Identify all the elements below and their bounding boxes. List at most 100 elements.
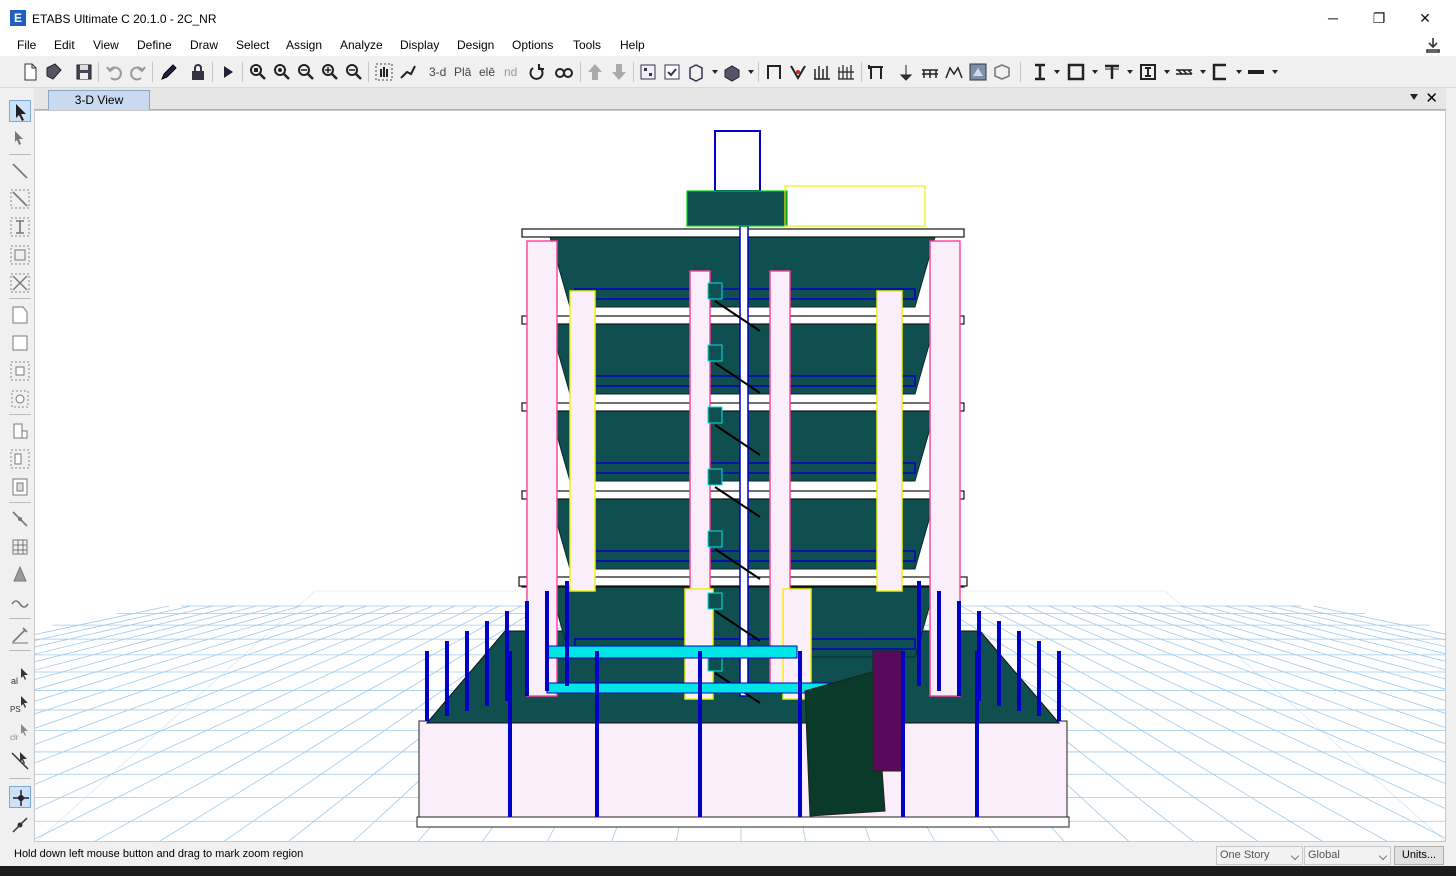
grid-line bbox=[35, 605, 412, 745]
support-icon[interactable] bbox=[896, 62, 916, 82]
menu-analyze[interactable]: Analyze bbox=[340, 38, 383, 52]
tab-3d-view[interactable]: 3-D View bbox=[48, 90, 150, 110]
building-frame bbox=[416, 130, 1070, 828]
ramp-icon[interactable] bbox=[944, 62, 964, 82]
restore-button[interactable]: ❐ bbox=[1356, 4, 1402, 32]
move-down-icon[interactable] bbox=[609, 62, 629, 82]
status-bar: Hold down left mouse button and drag to … bbox=[0, 844, 1456, 866]
menu-file[interactable]: File bbox=[17, 38, 36, 52]
draw-beam-icon[interactable] bbox=[9, 188, 31, 210]
set-display-options-icon[interactable] bbox=[662, 62, 682, 82]
save-icon[interactable] bbox=[74, 62, 94, 82]
rubber-band-icon[interactable] bbox=[398, 62, 418, 82]
set-elevation-view-button[interactable]: elē bbox=[479, 65, 495, 79]
object-shrink-icon[interactable] bbox=[638, 62, 658, 82]
perspective-glasses-icon[interactable] bbox=[554, 62, 574, 82]
draw-column-icon[interactable] bbox=[9, 216, 31, 238]
draw-tendon-icon[interactable] bbox=[9, 564, 31, 586]
open-model-icon[interactable] bbox=[44, 62, 64, 82]
channel-section-icon[interactable] bbox=[1210, 62, 1230, 82]
menu-draw[interactable]: Draw bbox=[190, 38, 218, 52]
select-all-icon[interactable]: al bbox=[9, 666, 31, 688]
run-analysis-icon[interactable] bbox=[218, 62, 238, 82]
tab-close-icon[interactable]: ✕ bbox=[1425, 89, 1438, 107]
set-plan-view-button[interactable]: Plā bbox=[454, 65, 471, 79]
draw-line-icon[interactable] bbox=[9, 160, 31, 182]
move-up-icon[interactable] bbox=[585, 62, 605, 82]
menu-assign[interactable]: Assign bbox=[286, 38, 322, 52]
coordinate-system-select[interactable]: Global bbox=[1304, 846, 1391, 865]
draw-wall-icon[interactable] bbox=[9, 420, 31, 442]
tee-section-icon[interactable] bbox=[1102, 62, 1122, 82]
select-previous-icon[interactable]: PS bbox=[9, 694, 31, 716]
plate-section-icon[interactable] bbox=[1246, 62, 1266, 82]
close-button[interactable]: ✕ bbox=[1402, 4, 1448, 32]
draw-link-icon[interactable] bbox=[9, 508, 31, 530]
menu-help[interactable]: Help bbox=[620, 38, 645, 52]
ground-beam bbox=[546, 645, 798, 659]
quick-draw-wall-icon[interactable] bbox=[9, 448, 31, 470]
deck-icon[interactable] bbox=[920, 62, 940, 82]
stair-window bbox=[707, 282, 723, 300]
select-pointer-icon[interactable] bbox=[9, 100, 31, 122]
draw-wave-icon[interactable] bbox=[9, 592, 31, 614]
menu-select[interactable]: Select bbox=[236, 38, 269, 52]
box-section-icon[interactable] bbox=[1066, 62, 1086, 82]
units-button[interactable]: Units... bbox=[1394, 846, 1444, 865]
draw-frame-icon[interactable] bbox=[764, 62, 784, 82]
i-section-icon[interactable] bbox=[1030, 62, 1050, 82]
pan-hand-icon[interactable] bbox=[374, 62, 394, 82]
snap-to-points-icon[interactable] bbox=[9, 786, 31, 808]
extrude-view-icon[interactable] bbox=[722, 62, 742, 82]
draw-wall-opening-icon[interactable] bbox=[9, 476, 31, 498]
minimize-button[interactable]: ─ bbox=[1310, 4, 1356, 32]
story-mode-select[interactable]: One Story bbox=[1216, 846, 1303, 865]
draw-dimension-icon[interactable] bbox=[9, 624, 31, 646]
nd-view-button[interactable]: nd bbox=[504, 65, 517, 79]
hatch-slab-icon[interactable] bbox=[1174, 62, 1194, 82]
menu-tools[interactable]: Tools bbox=[573, 38, 601, 52]
draw-grid-icon[interactable] bbox=[9, 536, 31, 558]
reshape-pointer-icon[interactable] bbox=[9, 128, 31, 150]
draw-brace-icon[interactable] bbox=[9, 272, 31, 294]
snap-to-lines-icon[interactable] bbox=[9, 814, 31, 836]
draw-pen-icon[interactable] bbox=[158, 62, 178, 82]
download-icon[interactable] bbox=[1424, 36, 1442, 54]
menu-display[interactable]: Display bbox=[400, 38, 439, 52]
wide-flange-icon[interactable] bbox=[1138, 62, 1158, 82]
frame-section-icon[interactable] bbox=[866, 62, 886, 82]
shaded-view-icon[interactable] bbox=[968, 62, 988, 82]
menu-view[interactable]: View bbox=[93, 38, 119, 52]
redo-icon[interactable] bbox=[128, 62, 148, 82]
draw-floor-icon[interactable] bbox=[9, 304, 31, 326]
clear-selection-icon[interactable]: clr bbox=[9, 722, 31, 744]
building-view-icon[interactable] bbox=[686, 62, 706, 82]
menu-define[interactable]: Define bbox=[137, 38, 172, 52]
new-model-icon[interactable] bbox=[20, 62, 40, 82]
menu-edit[interactable]: Edit bbox=[54, 38, 75, 52]
stair-window bbox=[707, 468, 723, 486]
zoom-window-icon[interactable] bbox=[248, 62, 268, 82]
wireframe-view-icon[interactable] bbox=[992, 62, 1012, 82]
wall-group-icon[interactable] bbox=[836, 62, 856, 82]
tab-list-chevron-down-icon[interactable] bbox=[1410, 94, 1418, 100]
grid-line bbox=[1004, 605, 1445, 809]
draw-secondary-beam-icon[interactable] bbox=[9, 244, 31, 266]
menu-options[interactable]: Options bbox=[512, 38, 553, 52]
zoom-out-icon[interactable] bbox=[344, 62, 364, 82]
wall-stack-icon[interactable] bbox=[812, 62, 832, 82]
model-3d-viewport[interactable] bbox=[34, 110, 1446, 842]
draw-rectangular-floor-icon[interactable] bbox=[9, 332, 31, 354]
select-intersect-icon[interactable] bbox=[9, 750, 31, 772]
zoom-full-icon[interactable] bbox=[296, 62, 316, 82]
menu-design[interactable]: Design bbox=[457, 38, 494, 52]
undo-icon[interactable] bbox=[104, 62, 124, 82]
rotate-3d-icon[interactable] bbox=[526, 62, 546, 82]
lock-icon[interactable] bbox=[188, 62, 208, 82]
quick-draw-floor-icon[interactable] bbox=[9, 360, 31, 382]
set-3d-view-button[interactable]: 3-d bbox=[429, 65, 446, 79]
zoom-restore-icon[interactable] bbox=[272, 62, 292, 82]
brace-icon[interactable] bbox=[788, 62, 808, 82]
zoom-in-icon[interactable] bbox=[320, 62, 340, 82]
draw-opening-icon[interactable] bbox=[9, 388, 31, 410]
